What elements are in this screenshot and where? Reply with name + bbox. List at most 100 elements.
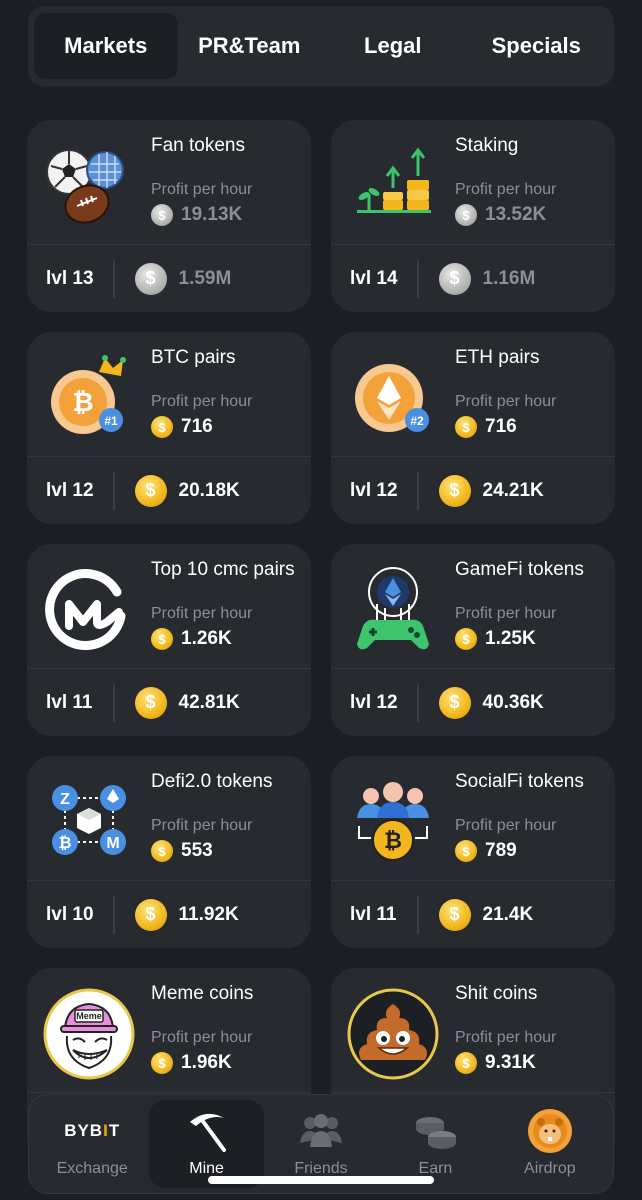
card-top10-cmc-pairs[interactable]: Top 10 cmc pairs Profit per hour $ 1.26K… xyxy=(27,544,311,736)
upgrade-cost: $ 11.92K xyxy=(115,898,239,931)
nav-label: Airdrop xyxy=(524,1160,576,1177)
upgrade-cost: $ 20.18K xyxy=(115,474,240,507)
profit-value: $ 1.25K xyxy=(455,628,536,650)
profit-amount: 1.26K xyxy=(181,628,232,649)
upgrade-cost: $ 42.81K xyxy=(115,686,240,719)
coin-icon: $ xyxy=(151,1052,173,1074)
card-title: Staking xyxy=(455,135,519,156)
profit-amount: 1.25K xyxy=(485,628,536,649)
card-eth-pairs[interactable]: #2 ETH pairs Profit per hour $ 716 lvl 1… xyxy=(331,332,615,524)
nav-earn[interactable]: Earn xyxy=(378,1100,492,1188)
profit-amount: 553 xyxy=(181,840,213,861)
profit-label: Profit per hour xyxy=(455,605,557,622)
profit-value: $ 716 xyxy=(151,416,213,438)
level-label: lvl 14 xyxy=(350,267,398,289)
level-label: lvl 11 xyxy=(350,903,397,925)
coin-icon: $ xyxy=(455,204,477,226)
coin-icon: $ xyxy=(151,628,173,650)
card-staking[interactable]: Staking Profit per hour $ 13.52K lvl 14 … xyxy=(331,120,615,312)
tab-markets[interactable]: Markets xyxy=(34,13,178,79)
profit-label: Profit per hour xyxy=(455,181,557,198)
profit-value: $ 13.52K xyxy=(455,204,546,226)
coin-icon: $ xyxy=(134,686,167,719)
coin-icon: $ xyxy=(134,474,167,507)
nav-airdrop[interactable]: Airdrop xyxy=(493,1100,607,1188)
card-defi20-tokens[interactable]: Z ₿ M Defi2.0 tokens Profit per hour $ 5… xyxy=(27,756,311,948)
card-title: GameFi tokens xyxy=(455,559,584,580)
cost-amount: 42.81K xyxy=(178,691,240,713)
profit-label: Profit per hour xyxy=(455,817,557,834)
profit-value: $ 19.13K xyxy=(151,204,242,226)
profit-label: Profit per hour xyxy=(455,1029,557,1046)
hamster-coin-icon xyxy=(527,1108,573,1154)
level-label: lvl 13 xyxy=(46,267,94,289)
tab-pr-team[interactable]: PR&Team xyxy=(178,13,322,79)
coin-icon: $ xyxy=(151,204,173,226)
upgrade-cost: $ 1.16M xyxy=(419,262,536,295)
nav-friends[interactable]: Friends xyxy=(264,1100,378,1188)
level-label: lvl 12 xyxy=(46,479,94,501)
meme-hat-label: Meme xyxy=(76,1011,102,1021)
card-socialfi-tokens[interactable]: ₿ SocialFi tokens Profit per hour $ 789 … xyxy=(331,756,615,948)
coin-icon: $ xyxy=(438,898,471,931)
card-fan-tokens[interactable]: Fan tokens Profit per hour $ 19.13K lvl … xyxy=(27,120,311,312)
coin-icon: $ xyxy=(455,840,477,862)
coins-stack-icon xyxy=(412,1108,458,1154)
nav-mine[interactable]: Mine xyxy=(149,1100,264,1188)
svg-text:Z: Z xyxy=(60,791,70,808)
cost-amount: 11.92K xyxy=(178,903,239,925)
profit-value: $ 1.96K xyxy=(151,1052,232,1074)
rank-badge: #1 xyxy=(104,414,118,428)
pickaxe-icon xyxy=(184,1108,230,1154)
profit-label: Profit per hour xyxy=(455,393,557,410)
profit-label: Profit per hour xyxy=(151,1029,253,1046)
profit-value: $ 1.26K xyxy=(151,628,232,650)
cost-amount: 20.18K xyxy=(178,479,240,501)
tab-specials[interactable]: Specials xyxy=(465,13,609,79)
profit-amount: 19.13K xyxy=(181,204,243,225)
cost-amount: 21.4K xyxy=(482,903,534,925)
card-title: ETH pairs xyxy=(455,347,540,368)
socialfi-people-btc-icon: ₿ xyxy=(357,782,429,861)
svg-text:₿: ₿ xyxy=(72,387,93,417)
profit-value: $ 716 xyxy=(455,416,517,438)
tab-legal[interactable]: Legal xyxy=(321,13,465,79)
profit-value: $ 9.31K xyxy=(455,1052,536,1074)
gamepad-eth-icon xyxy=(357,567,429,650)
card-title: BTC pairs xyxy=(151,347,236,368)
profit-amount: 13.52K xyxy=(485,204,547,225)
btc-crown-coin-icon: ₿ #1 xyxy=(51,355,126,434)
card-title: Top 10 cmc pairs xyxy=(151,559,295,580)
level-label: lvl 11 xyxy=(46,691,93,713)
coin-icon: $ xyxy=(134,898,167,931)
profit-amount: 9.31K xyxy=(485,1052,536,1073)
level-label: lvl 12 xyxy=(350,479,398,501)
friends-group-icon xyxy=(298,1108,344,1154)
profit-amount: 789 xyxy=(485,840,517,861)
card-title: SocialFi tokens xyxy=(455,771,584,792)
profit-label: Profit per hour xyxy=(151,181,253,198)
home-indicator xyxy=(208,1176,434,1184)
card-title: Meme coins xyxy=(151,983,254,1004)
defi-network-icon: Z ₿ M xyxy=(52,785,126,855)
coin-icon: $ xyxy=(455,1052,477,1074)
profit-label: Profit per hour xyxy=(151,605,253,622)
svg-text:₿: ₿ xyxy=(384,828,402,853)
nav-exchange[interactable]: BYBIT Exchange xyxy=(35,1100,149,1188)
upgrade-cost: $ 40.36K xyxy=(419,686,544,719)
coin-icon: $ xyxy=(438,686,471,719)
upgrade-cost: $ 1.59M xyxy=(115,262,231,295)
bybit-logo-icon: BYBIT xyxy=(64,1121,121,1140)
coin-icon: $ xyxy=(438,262,471,295)
profit-amount: 1.96K xyxy=(181,1052,232,1073)
card-gamefi-tokens[interactable]: GameFi tokens Profit per hour $ 1.25K lv… xyxy=(331,544,615,736)
coin-icon: $ xyxy=(455,628,477,650)
upgrade-cost: $ 24.21K xyxy=(419,474,544,507)
profit-label: Profit per hour xyxy=(151,393,253,410)
card-btc-pairs[interactable]: ₿ #1 BTC pairs Profit per hour $ 716 lvl… xyxy=(27,332,311,524)
cost-amount: 24.21K xyxy=(482,479,544,501)
level-label: lvl 10 xyxy=(46,903,94,925)
cost-amount: 1.16M xyxy=(482,267,536,289)
eth-coin-icon: #2 xyxy=(355,364,429,432)
coin-icon: $ xyxy=(455,416,477,438)
